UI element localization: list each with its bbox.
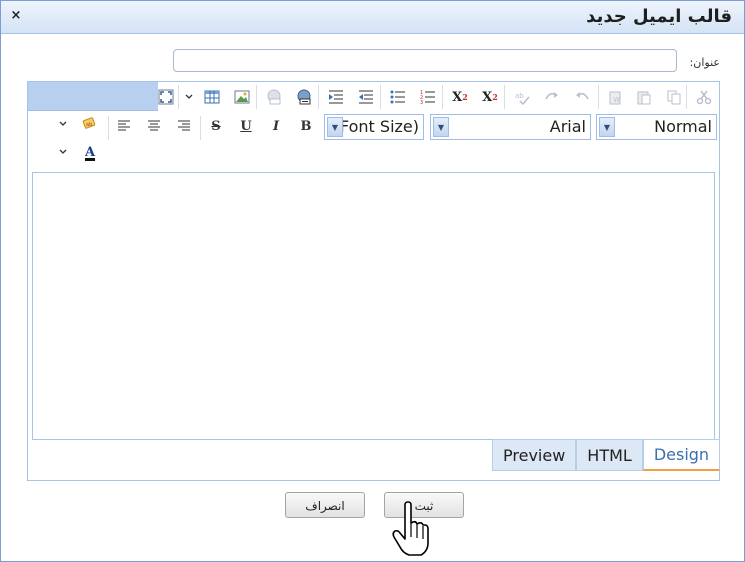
subscript-mark: 2: [462, 92, 468, 102]
email-template-dialog: قالب ایمیل جدید × عنوان: W ab X 2 X 2 1 …: [0, 0, 745, 562]
insert-link-icon[interactable]: [292, 86, 316, 108]
font-size-value: (Font Size): [333, 117, 419, 136]
insert-table-icon[interactable]: [200, 86, 224, 108]
copy-icon[interactable]: [662, 86, 686, 108]
outdent-icon[interactable]: [354, 86, 378, 108]
editor-content-area[interactable]: [32, 172, 715, 440]
insert-image-icon[interactable]: [230, 86, 254, 108]
tab-preview[interactable]: Preview: [492, 439, 577, 471]
svg-text:ab: ab: [515, 92, 524, 100]
subscript-icon[interactable]: X2: [448, 86, 472, 108]
align-center-button[interactable]: [142, 114, 166, 138]
spellcheck-icon[interactable]: ab: [510, 86, 534, 108]
close-icon[interactable]: ×: [9, 8, 23, 24]
align-right-button[interactable]: [172, 114, 196, 138]
superscript-mark: 2: [492, 92, 498, 102]
svg-text:3: 3: [420, 100, 423, 105]
dialog-titlebar: قالب ایمیل جدید ×: [1, 1, 744, 34]
dialog-title: قالب ایمیل جدید: [586, 6, 732, 27]
toolbar-row-1: W ab X2 X2 1 2 3: [28, 82, 719, 111]
toolbar-separator: [686, 85, 687, 109]
redo-icon[interactable]: [540, 86, 564, 108]
svg-text:ab: ab: [86, 122, 92, 128]
toolbar-separator: [504, 85, 505, 109]
toolbar-separator: [200, 116, 201, 140]
toolbar-separator: [108, 116, 109, 140]
font-name-value: Arial: [549, 117, 586, 136]
rich-text-editor: W ab X2 X2 1 2 3 ▼ Normal ▼ Arial (Font …: [27, 81, 721, 481]
toolbar-separator: [318, 85, 319, 109]
highlight-color-chevron-icon[interactable]: [56, 112, 70, 136]
paragraph-format-select[interactable]: ▼ Normal: [596, 114, 717, 140]
underline-button[interactable]: U: [234, 114, 258, 138]
toolbar-separator: [380, 85, 381, 109]
paragraph-format-chevron-icon[interactable]: ▼: [599, 117, 615, 137]
highlight-color-icon[interactable]: ab: [78, 112, 102, 136]
font-size-chevron-icon[interactable]: ▼: [327, 117, 343, 137]
editor-mode-tabs: Preview HTML Design: [492, 439, 721, 471]
ordered-list-icon[interactable]: 123: [416, 86, 440, 108]
unordered-list-icon[interactable]: [386, 86, 410, 108]
paragraph-format-value: Normal: [654, 117, 712, 136]
indent-icon[interactable]: [324, 86, 348, 108]
toolbar-separator: [178, 85, 179, 109]
subject-label: عنوان:: [689, 56, 720, 69]
undo-icon[interactable]: [570, 86, 594, 108]
paste-icon[interactable]: [632, 86, 656, 108]
font-name-chevron-icon[interactable]: ▼: [433, 117, 449, 137]
toolbar-separator: [256, 85, 257, 109]
table-dropdown-chevron-icon[interactable]: [182, 86, 196, 108]
cut-icon[interactable]: [692, 86, 716, 108]
strikethrough-button[interactable]: S: [204, 114, 228, 138]
superscript-glyph: X: [482, 89, 493, 105]
tab-design[interactable]: Design: [642, 439, 721, 471]
paste-word-icon[interactable]: W: [604, 86, 628, 108]
cancel-button[interactable]: انصراف: [285, 492, 365, 518]
fullscreen-icon[interactable]: [154, 86, 178, 108]
font-name-select[interactable]: ▼ Arial: [430, 114, 591, 140]
font-color-icon[interactable]: A: [78, 140, 102, 164]
hand-pointer-cursor-icon: [392, 501, 429, 556]
bold-button[interactable]: B: [294, 114, 318, 138]
subscript-glyph: X: [452, 89, 463, 105]
toolbar-separator: [598, 85, 599, 109]
font-color-chevron-icon[interactable]: [56, 140, 70, 164]
superscript-icon[interactable]: X2: [478, 86, 502, 108]
toolbar-separator: [442, 85, 443, 109]
font-size-select[interactable]: (Font Size) ▼: [324, 114, 424, 140]
toolbar-row-1-buttons: W ab X2 X2 1 2 3: [158, 82, 719, 111]
subject-input[interactable]: [173, 49, 677, 72]
align-left-button[interactable]: [112, 114, 136, 138]
tab-html[interactable]: HTML: [576, 439, 643, 471]
remove-link-icon[interactable]: [262, 86, 286, 108]
italic-button[interactable]: I: [264, 114, 288, 138]
svg-text:W: W: [613, 96, 620, 104]
